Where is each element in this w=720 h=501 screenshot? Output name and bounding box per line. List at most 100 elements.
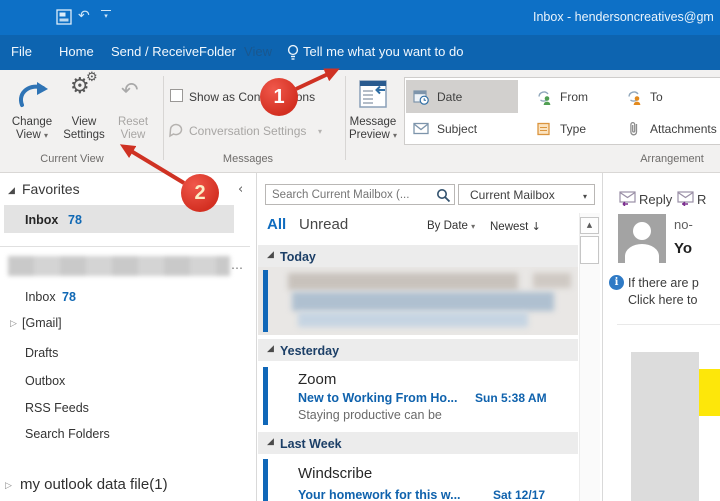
view-settings-label: View Settings <box>58 116 110 142</box>
message-subject: Your homework for this w... <box>298 488 461 501</box>
tab-view[interactable]: View <box>236 44 280 59</box>
search-box <box>265 184 455 205</box>
scroll-thumb[interactable] <box>580 236 599 264</box>
favorites-inbox-label[interactable]: Inbox <box>25 213 58 227</box>
group-header-last-week[interactable]: ◢ Last Week <box>258 432 578 454</box>
redacted-message[interactable] <box>258 267 578 335</box>
info-line-1: If there are p <box>628 276 699 290</box>
sidebar-inbox-count: 78 <box>62 290 76 304</box>
group-header-today[interactable]: ◢ Today <box>258 245 578 267</box>
tab-file[interactable]: File <box>11 44 32 59</box>
collapse-folder-pane-icon[interactable]: ‹ <box>238 182 243 197</box>
unread-indicator-bar <box>263 459 268 501</box>
chevron-down-icon: ▾ <box>471 222 475 231</box>
arrangement-item-date[interactable]: Date <box>406 80 518 113</box>
redacted-message-body <box>631 352 699 501</box>
sidebar-item-rss-feeds[interactable]: RSS Feeds <box>25 401 89 415</box>
quick-access-toolbar-caret-icon[interactable]: ▾ <box>101 10 111 20</box>
sidebar-divider <box>0 246 250 247</box>
reading-sender: no- <box>674 217 693 232</box>
outlook-window: ↶ ▾ Inbox - hendersoncreatives@gm File H… <box>0 0 720 501</box>
callout-step-1: 1 <box>260 78 298 116</box>
window-title: Inbox - hendersoncreatives@gm <box>533 10 720 26</box>
reset-view-button[interactable]: ↶ Reset View <box>110 76 156 160</box>
to-icon <box>626 89 642 105</box>
search-icon[interactable] <box>436 188 451 203</box>
sort-descending-icon: ↓ <box>532 220 541 233</box>
sidebar-item-outbox[interactable]: Outbox <box>25 374 65 388</box>
highlighted-block <box>699 369 720 416</box>
sidebar-item-search-folders[interactable]: Search Folders <box>25 427 110 441</box>
chevron-down-icon: ▾ <box>44 131 48 140</box>
lightbulb-icon <box>287 44 299 61</box>
filter-all[interactable]: All <box>267 216 286 233</box>
sidebar-item-data-file[interactable]: my outlook data file(1) <box>20 476 168 493</box>
tab-home[interactable]: Home <box>59 44 94 59</box>
tab-send-receive[interactable]: Send / Receive <box>111 44 199 59</box>
arrangement-date-label: Date <box>437 90 462 104</box>
view-settings-button[interactable]: ⚙ ⚙ View Settings <box>58 76 110 160</box>
sort-by-date[interactable]: By Date ▾ <box>427 220 475 232</box>
arrangement-item-subject[interactable]: Subject <box>406 112 518 145</box>
reset-undo-icon: ↶ <box>121 78 139 102</box>
arrangement-type-label: Type <box>560 122 586 136</box>
group-label-messages: Messages <box>200 153 296 165</box>
type-icon <box>536 121 552 137</box>
favorites-expand-icon[interactable]: ◢ <box>8 186 15 196</box>
search-input[interactable] <box>272 187 430 202</box>
arrangement-item-to[interactable]: To <box>619 80 720 113</box>
ribbon-divider <box>163 76 164 160</box>
favorites-inbox-count: 78 <box>68 213 82 227</box>
change-view-button[interactable]: Change View ▾ <box>6 76 58 160</box>
titlebar: ↶ ▾ Inbox - hendersoncreatives@gm <box>0 0 720 35</box>
account-ellipsis[interactable]: … <box>231 258 243 272</box>
search-scope-dropdown[interactable]: Current Mailbox ▾ <box>458 184 595 205</box>
sidebar-item-gmail[interactable]: [Gmail] <box>22 316 62 330</box>
group-header-yesterday[interactable]: ◢ Yesterday <box>258 339 578 361</box>
message-preview-label: Message Preview ▾ <box>345 116 401 142</box>
change-view-icon <box>16 80 50 110</box>
undo-icon[interactable]: ↶ <box>78 8 90 24</box>
tab-folder[interactable]: Folder <box>199 44 236 59</box>
group-label-current-view: Current View <box>20 153 124 165</box>
unread-indicator-bar <box>263 270 268 332</box>
arrangement-item-attachments[interactable]: Attachments <box>619 112 720 145</box>
tell-me-box[interactable]: Tell me what you want to do <box>303 44 463 59</box>
group-expand-icon: ◢ <box>267 344 274 354</box>
redacted-account-name[interactable] <box>8 256 230 276</box>
group-label: Yesterday <box>280 344 339 358</box>
unread-indicator-bar <box>263 367 268 425</box>
reading-divider <box>617 324 720 325</box>
sort-order-newest[interactable]: Newest ↓ <box>490 220 541 233</box>
favorites-header[interactable]: Favorites <box>22 181 80 197</box>
checkbox-box[interactable] <box>170 89 183 102</box>
pane-divider[interactable] <box>256 173 257 501</box>
pane-divider[interactable] <box>602 173 603 501</box>
message-time: Sat 12/17 <box>493 488 545 501</box>
scroll-up-button[interactable]: ▲ <box>580 217 599 234</box>
data-file-collapsed-icon[interactable]: ▷ <box>5 481 12 491</box>
reply-all-button[interactable]: R <box>697 192 706 207</box>
reading-subject: Yo <box>674 240 692 257</box>
date-icon <box>413 89 429 105</box>
reply-button[interactable]: Reply <box>639 192 672 207</box>
from-icon <box>536 89 552 105</box>
message-sender: Zoom <box>298 371 336 388</box>
message-preview-button[interactable]: Message Preview ▾ <box>347 76 399 160</box>
group-label: Today <box>280 250 316 264</box>
arrangement-gallery: Date From To Subject <box>404 77 720 145</box>
sort-order-label: Newest <box>490 221 528 233</box>
gmail-collapsed-icon[interactable]: ▷ <box>10 319 17 329</box>
message-preview-text: Staying productive can be <box>298 408 442 422</box>
info-line-2[interactable]: Click here to <box>628 293 697 307</box>
conversation-settings-label[interactable]: Conversation Settings <box>189 124 306 138</box>
arrangement-subject-label: Subject <box>437 122 477 136</box>
filter-unread[interactable]: Unread <box>299 216 348 233</box>
gear-small-icon: ⚙ <box>86 70 98 85</box>
sidebar-item-inbox[interactable]: Inbox <box>25 290 56 304</box>
sender-avatar <box>618 214 666 263</box>
message-sender: Windscribe <box>298 465 372 482</box>
arrangement-to-label: To <box>650 90 663 104</box>
show-as-conversations-checkbox[interactable] <box>170 89 183 102</box>
sidebar-item-drafts[interactable]: Drafts <box>25 346 58 360</box>
